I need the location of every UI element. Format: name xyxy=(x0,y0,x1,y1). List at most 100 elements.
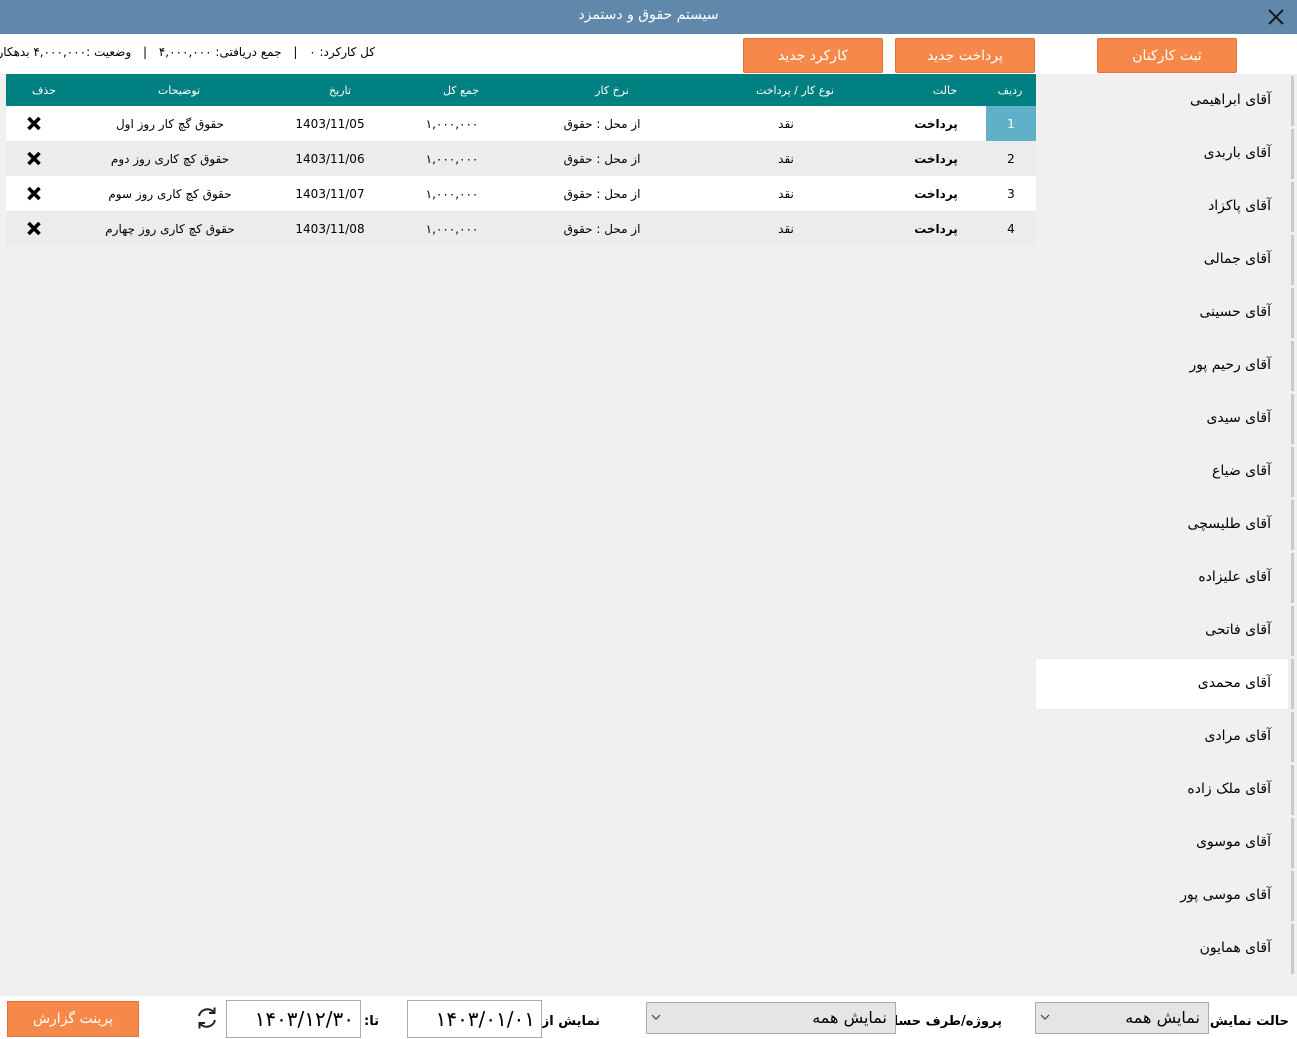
col-total: جمع کل xyxy=(442,84,480,97)
col-type: نوع کار / پرداخت xyxy=(755,84,835,97)
scroll-track xyxy=(1291,447,1294,497)
employee-name: آقای حسینی xyxy=(1199,304,1271,320)
summary-line: کل کارکرد: ۰ | جمع دریافتی: ۴,۰۰۰,۰۰۰ | … xyxy=(0,45,375,59)
refresh-icon[interactable] xyxy=(194,1005,220,1031)
row-rate: از محل : حقوق xyxy=(563,117,641,131)
row-state: پرداخت xyxy=(914,117,958,131)
employee-item[interactable]: آقای سیدی xyxy=(1036,394,1294,444)
row-index: 2 xyxy=(1007,151,1015,166)
print-report-button[interactable]: پرینت گزارش xyxy=(7,1001,139,1037)
row-type: نقد xyxy=(778,222,794,236)
row-rate: از محل : حقوق xyxy=(563,152,641,166)
project-value: نمایش همه xyxy=(812,1008,887,1027)
employee-name: آقای طلیسچی xyxy=(1187,516,1271,532)
from-label: نمایش از: xyxy=(536,1014,600,1029)
new-work-button[interactable]: کارکرد جدید xyxy=(743,38,883,73)
scroll-track xyxy=(1291,341,1294,391)
employee-item[interactable]: آقای موسوی xyxy=(1036,818,1294,868)
scroll-track xyxy=(1291,924,1294,974)
row-date: 1403/11/05 xyxy=(295,117,365,131)
scroll-track xyxy=(1291,606,1294,656)
scroll-track xyxy=(1291,182,1294,232)
transactions-table: ردیف حالت نوع کار / پرداخت نرخ کار جمع ک… xyxy=(6,74,1036,246)
to-date-field[interactable]: ۱۴۰۳/۱۲/۳۰ xyxy=(226,1000,361,1038)
row-rate: از محل : حقوق xyxy=(563,187,641,201)
row-total: ۱,۰۰۰,۰۰۰ xyxy=(425,222,479,236)
from-date-value: ۱۴۰۳/۰۱/۰۱ xyxy=(435,1007,535,1031)
employee-item[interactable]: آقای حسینی xyxy=(1036,288,1294,338)
delete-icon[interactable] xyxy=(26,220,43,237)
employee-item[interactable]: آقای ضیاع xyxy=(1036,447,1294,497)
from-date-field[interactable]: ۱۴۰۳/۰۱/۰۱ xyxy=(407,1000,542,1038)
employee-item-selected[interactable]: آقای محمدی xyxy=(1036,659,1294,709)
row-desc: حقوق گچ کار روز اول xyxy=(115,117,225,131)
row-rate: از محل : حقوق xyxy=(563,222,641,236)
employee-item[interactable]: آقای پاکزاد xyxy=(1036,182,1294,232)
employee-item[interactable]: آقای رحیم پور xyxy=(1036,341,1294,391)
employee-name: آقای جمالی xyxy=(1203,251,1271,267)
delete-icon[interactable] xyxy=(26,150,43,167)
project-select[interactable]: نمایش همه xyxy=(646,1002,896,1034)
to-label: تا: xyxy=(364,1014,379,1029)
employee-item[interactable]: آقای ابراهیمی xyxy=(1036,76,1294,126)
to-date-value: ۱۴۰۳/۱۲/۳۰ xyxy=(254,1007,354,1031)
row-desc: حقوق کچ کاری روز چهارم xyxy=(105,222,235,236)
row-desc: حقوق کچ کاری روز سوم xyxy=(108,187,232,201)
employee-item[interactable]: آقای فاتحی xyxy=(1036,606,1294,656)
table-row[interactable]: 4 پرداخت نقد از محل : حقوق ۱,۰۰۰,۰۰۰ 140… xyxy=(6,211,1036,246)
scroll-track xyxy=(1291,712,1294,762)
employee-name: آقای پاکزاد xyxy=(1208,198,1271,214)
employee-item[interactable]: آقای همایون xyxy=(1036,924,1294,974)
row-date: 1403/11/08 xyxy=(295,222,365,236)
table-row[interactable]: 1 پرداخت نقد از محل : حقوق ۱,۰۰۰,۰۰۰ 140… xyxy=(6,106,1036,141)
row-index: 1 xyxy=(986,106,1036,141)
employee-name: آقای موسوی xyxy=(1196,834,1271,850)
employee-item[interactable]: آقای مرادی xyxy=(1036,712,1294,762)
total-work-text: کل کارکرد: ۰ xyxy=(309,45,375,59)
scroll-track xyxy=(1291,553,1294,603)
employee-item[interactable]: آقای موسی پور xyxy=(1036,871,1294,921)
total-received-text: جمع دریافتی: ۴,۰۰۰,۰۰۰ xyxy=(158,45,282,59)
register-employees-button[interactable]: ثبت کارکنان xyxy=(1097,38,1237,73)
row-type: نقد xyxy=(778,152,794,166)
employee-name: آقای ضیاع xyxy=(1212,463,1271,479)
employee-list: آقای ابراهیمی آقای باربدی آقای پاکزاد آق… xyxy=(1036,74,1297,996)
employee-item[interactable]: آقای جمالی xyxy=(1036,235,1294,285)
employee-name: آقای رحیم پور xyxy=(1189,357,1271,373)
employee-item[interactable]: آقای علیزاده xyxy=(1036,553,1294,603)
row-date: 1403/11/07 xyxy=(295,187,365,201)
window-title: سیستم حقوق و دستمزد xyxy=(578,7,719,23)
scroll-track xyxy=(1291,235,1294,285)
employee-item[interactable]: آقای ملک زاده xyxy=(1036,765,1294,815)
view-mode-select[interactable]: نمایش همه xyxy=(1035,1002,1209,1034)
row-total: ۱,۰۰۰,۰۰۰ xyxy=(425,152,479,166)
table-row[interactable]: 2 پرداخت نقد از محل : حقوق ۱,۰۰۰,۰۰۰ 140… xyxy=(6,141,1036,176)
scroll-track xyxy=(1291,659,1294,709)
employee-item[interactable]: آقای باربدی xyxy=(1036,129,1294,179)
col-date: تاریخ xyxy=(329,84,351,97)
row-desc: حقوق کچ کاری روز دوم xyxy=(110,152,230,166)
close-icon[interactable] xyxy=(1263,4,1289,30)
new-payment-button[interactable]: پرداخت جدید xyxy=(895,38,1035,73)
employee-item[interactable]: آقای طلیسچی xyxy=(1036,500,1294,550)
scroll-track xyxy=(1291,76,1294,126)
employee-name: آقای موسی پور xyxy=(1180,887,1271,903)
row-state: پرداخت xyxy=(914,152,958,166)
col-row: ردیف xyxy=(997,84,1023,97)
scroll-track xyxy=(1291,129,1294,179)
col-desc: توضیحات xyxy=(157,84,201,97)
chevron-down-icon xyxy=(651,1014,661,1020)
scroll-track xyxy=(1291,818,1294,868)
separator: | xyxy=(142,45,148,59)
delete-icon[interactable] xyxy=(26,185,43,202)
table-header: ردیف حالت نوع کار / پرداخت نرخ کار جمع ک… xyxy=(6,74,1036,106)
table-row[interactable]: 3 پرداخت نقد از محل : حقوق ۱,۰۰۰,۰۰۰ 140… xyxy=(6,176,1036,211)
view-mode-label: حالت نمایش: xyxy=(1204,1014,1289,1029)
scroll-track xyxy=(1291,871,1294,921)
employee-name: آقای سیدی xyxy=(1206,410,1271,426)
scroll-track xyxy=(1291,765,1294,815)
row-date: 1403/11/06 xyxy=(295,152,365,166)
employee-name: آقای همایون xyxy=(1199,940,1271,956)
row-type: نقد xyxy=(778,187,794,201)
delete-icon[interactable] xyxy=(26,115,43,132)
